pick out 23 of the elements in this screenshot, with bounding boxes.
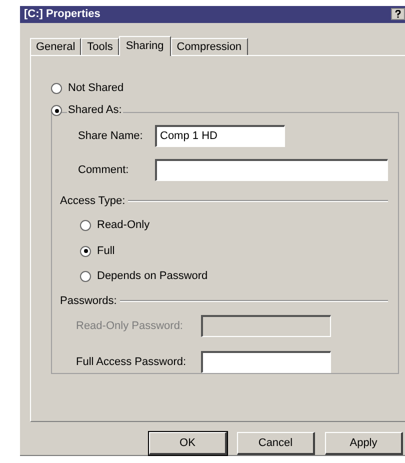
tab[interactable]: Compression <box>170 38 248 55</box>
field-label: Comment: <box>78 162 130 178</box>
radio-button[interactable] <box>80 220 91 232</box>
help-button[interactable] <box>391 8 405 20</box>
radio-button[interactable] <box>80 271 91 282</box>
radio-button[interactable] <box>80 246 91 257</box>
input-field[interactable]: Comp 1 HD <box>155 124 285 147</box>
dialog-button[interactable]: Cancel <box>237 432 315 455</box>
tab[interactable]: General <box>30 38 82 55</box>
dialog-button[interactable]: Apply <box>325 432 403 455</box>
field-label: Share Name: <box>78 128 144 144</box>
section-heading: Passwords: <box>60 294 117 309</box>
section-heading: Access Type: <box>60 194 126 209</box>
question-mark-icon <box>395 10 401 18</box>
input-field[interactable] <box>155 158 388 181</box>
radio-button[interactable] <box>51 82 62 94</box>
tab[interactable]: Sharing <box>118 36 171 56</box>
password-field[interactable] <box>201 351 331 374</box>
field-label: Full Access Password: <box>76 355 188 370</box>
field-label: Read-Only Password: <box>76 319 184 334</box>
dialog-button[interactable]: OK <box>149 432 227 455</box>
window-title: [C:] Properties <box>24 7 100 22</box>
radio-button[interactable] <box>51 105 62 116</box>
